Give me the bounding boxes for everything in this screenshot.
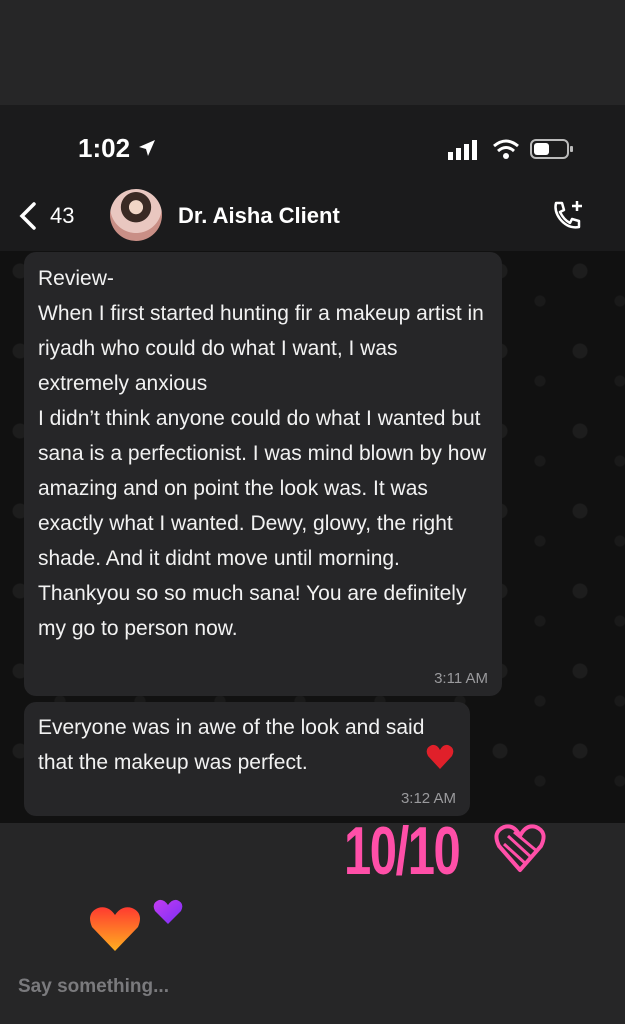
- message-time-2: 3:12 AM: [400, 790, 456, 807]
- fire-heart-icon: [88, 905, 142, 958]
- avatar[interactable]: [110, 189, 162, 241]
- message-text-1: Review- When I first started hunting fir…: [38, 267, 487, 640]
- back-chevron-icon[interactable]: [18, 201, 38, 236]
- story-top-band: [0, 0, 625, 105]
- signal-icon: [448, 140, 480, 165]
- purple-heart-icon: [153, 899, 183, 930]
- status-bar: 1:02: [0, 105, 625, 185]
- chat-header: 43 Dr. Aisha Client: [0, 185, 625, 251]
- wifi-icon: [492, 138, 520, 165]
- call-add-icon[interactable]: [550, 199, 586, 238]
- unread-count[interactable]: 43: [50, 203, 74, 229]
- contact-name[interactable]: Dr. Aisha Client: [178, 203, 340, 229]
- message-text-2: Everyone was in awe of the look and said…: [38, 716, 425, 774]
- message-bubble-2[interactable]: Everyone was in awe of the look and said…: [24, 702, 470, 816]
- message-time-1: 3:11 AM: [434, 670, 488, 687]
- reply-input[interactable]: Say something...: [18, 976, 169, 998]
- pink-heart-icon: [494, 822, 546, 879]
- battery-icon: [530, 138, 574, 165]
- status-time: 1:02: [78, 133, 131, 163]
- location-arrow-icon: [138, 139, 156, 162]
- message-bubble-1[interactable]: Review- When I first started hunting fir…: [24, 252, 502, 696]
- score-sticker: 10/10: [344, 813, 461, 889]
- heart-icon: [426, 744, 454, 775]
